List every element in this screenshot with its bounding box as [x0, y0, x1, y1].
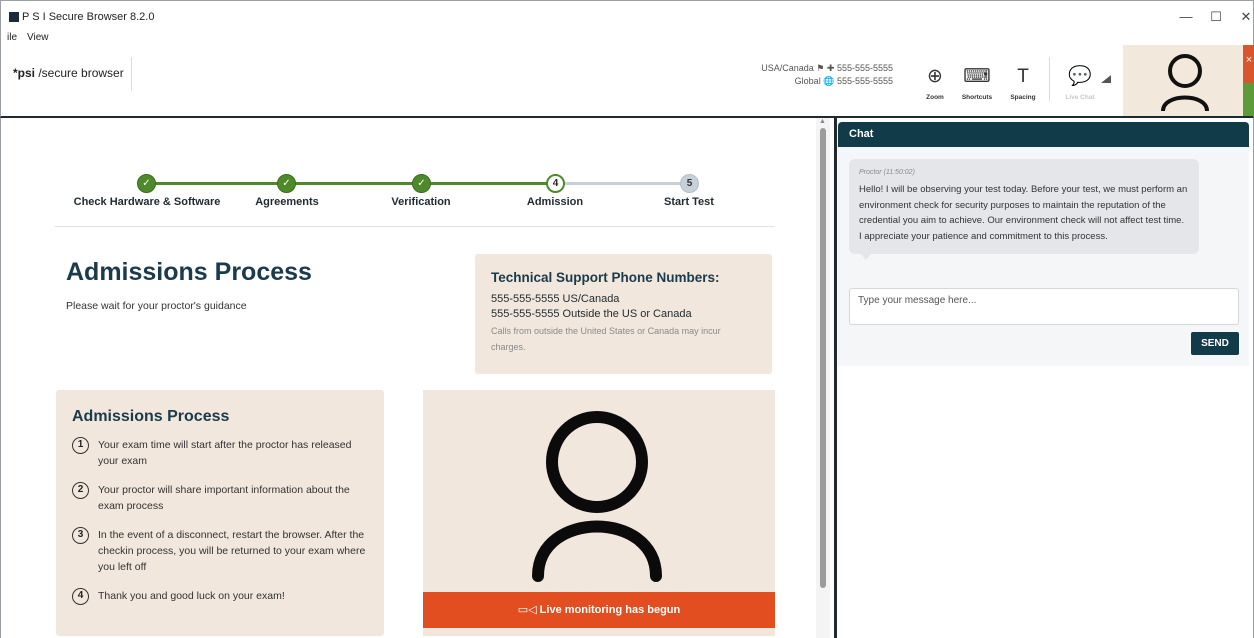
phone-global: Global 🌐 555-555-5555	[794, 76, 893, 86]
step-5-marker: 5	[680, 174, 699, 193]
step-label: Verification	[391, 196, 451, 208]
camera-status-indicator	[1243, 83, 1254, 116]
chat-header: Chat	[838, 122, 1249, 147]
brand-logo: *psi /secure browser	[13, 66, 124, 80]
camera-close-button[interactable]: ×	[1243, 45, 1254, 83]
window-title: P S I Secure Browser 8.2.0	[22, 11, 155, 23]
support-phone-intl: 555-555-5555 Outside the US or Canada	[491, 308, 692, 320]
list-item: 3 In the event of a disconnect, restart …	[72, 527, 368, 575]
support-title: Technical Support Phone Numbers:	[491, 270, 720, 285]
app-icon	[9, 12, 19, 22]
maximize-button[interactable]: ☐	[1201, 7, 1231, 27]
spacing-button[interactable]: T Spacing	[1001, 65, 1045, 101]
live-chat-button[interactable]: 💬 Live Chat	[1058, 65, 1102, 101]
step-3-check-icon: ✓	[412, 174, 431, 193]
chat-container: Chat Proctor (11:50:02) Hello! I will be…	[838, 122, 1249, 366]
step-label: Admission	[526, 196, 584, 208]
scroll-up-icon[interactable]: ▲	[819, 118, 826, 125]
chat-message: Proctor (11:50:02) Hello! I will be obse…	[849, 159, 1199, 254]
list-item: 2 Your proctor will share important info…	[72, 482, 368, 514]
divider	[131, 57, 132, 91]
menu-bar: ile View	[0, 28, 1254, 45]
chat-message-meta: Proctor (11:50:02)	[859, 169, 915, 176]
close-window-button[interactable]: ✕	[1231, 7, 1254, 27]
admissions-steps-title: Admissions Process	[72, 408, 230, 425]
stepper-progress	[147, 182, 557, 185]
number-circle-icon: 4	[72, 588, 89, 605]
support-note: Calls from outside the United States or …	[491, 326, 721, 352]
chat-bubble-icon: 💬	[1068, 66, 1092, 87]
divider	[55, 226, 775, 227]
number-circle-icon: 2	[72, 482, 89, 499]
divider	[1049, 57, 1050, 101]
page-subtitle: Please wait for your proctor's guidance	[66, 300, 247, 312]
text-spacing-icon: T	[1017, 66, 1029, 87]
support-phone-us: 555-555-5555 US/Canada	[491, 293, 620, 305]
user-avatar-icon	[1161, 54, 1209, 112]
phone-usa-canada: USA/Canada ⚑ ✚ 555-555-5555	[761, 63, 893, 73]
flag-icon: ⚑ ✚	[816, 63, 835, 73]
chat-bubble-tail	[860, 253, 872, 260]
list-item: 4 Thank you and good luck on your exam!	[72, 588, 368, 605]
step-label: Start Test	[664, 196, 714, 208]
window-titlebar: P S I Secure Browser 8.2.0 — ☐ ✕	[0, 0, 1254, 28]
zoom-in-icon: ⊕	[927, 66, 943, 87]
main-content: ✓ ✓ ✓ 4 5 Check Hardware & Software Agre…	[0, 118, 836, 638]
chat-panel: Chat Proctor (11:50:02) Hello! I will be…	[837, 118, 1254, 638]
keyboard-icon: ⌨	[963, 66, 991, 87]
number-circle-icon: 3	[72, 527, 89, 544]
user-avatar-icon	[532, 411, 662, 582]
support-phone-card: Technical Support Phone Numbers: 555-555…	[475, 254, 772, 374]
signal-strength-icon	[1101, 75, 1111, 83]
minimize-button[interactable]: —	[1171, 7, 1201, 27]
chat-message-text: Hello! I will be observing your test tod…	[859, 184, 1188, 242]
send-button[interactable]: SEND	[1191, 332, 1239, 355]
step-2-check-icon: ✓	[277, 174, 296, 193]
main-scrollbar[interactable]: ▲	[816, 118, 830, 638]
admissions-steps-card: Admissions Process 1 Your exam time will…	[56, 390, 384, 636]
menu-view[interactable]: View	[27, 32, 49, 43]
step-label: Check Hardware & Software	[73, 196, 221, 208]
step-label: Agreements	[255, 196, 319, 208]
list-item: 1 Your exam time will start after the pr…	[72, 437, 368, 469]
webcam-preview	[1123, 45, 1243, 116]
chat-message-input[interactable]	[849, 288, 1239, 325]
live-monitoring-banner: ▭◁ Live monitoring has begun	[423, 592, 775, 628]
step-4-marker: 4	[546, 174, 565, 193]
toolbar: *psi /secure browser USA/Canada ⚑ ✚ 555-…	[0, 45, 1254, 118]
number-circle-icon: 1	[72, 437, 89, 454]
step-1-check-icon: ✓	[137, 174, 156, 193]
webcam-video-panel: ▭◁ Live monitoring has begun	[423, 390, 775, 636]
zoom-button[interactable]: ⊕ Zoom	[913, 65, 957, 101]
video-camera-icon: ▭◁	[517, 604, 540, 616]
scroll-thumb[interactable]	[820, 128, 826, 588]
menu-file[interactable]: ile	[7, 32, 17, 43]
globe-icon: 🌐	[823, 76, 835, 86]
stepper-remaining	[557, 182, 690, 185]
page-title: Admissions Process	[66, 258, 312, 286]
shortcuts-button[interactable]: ⌨ Shortcuts	[955, 65, 999, 101]
